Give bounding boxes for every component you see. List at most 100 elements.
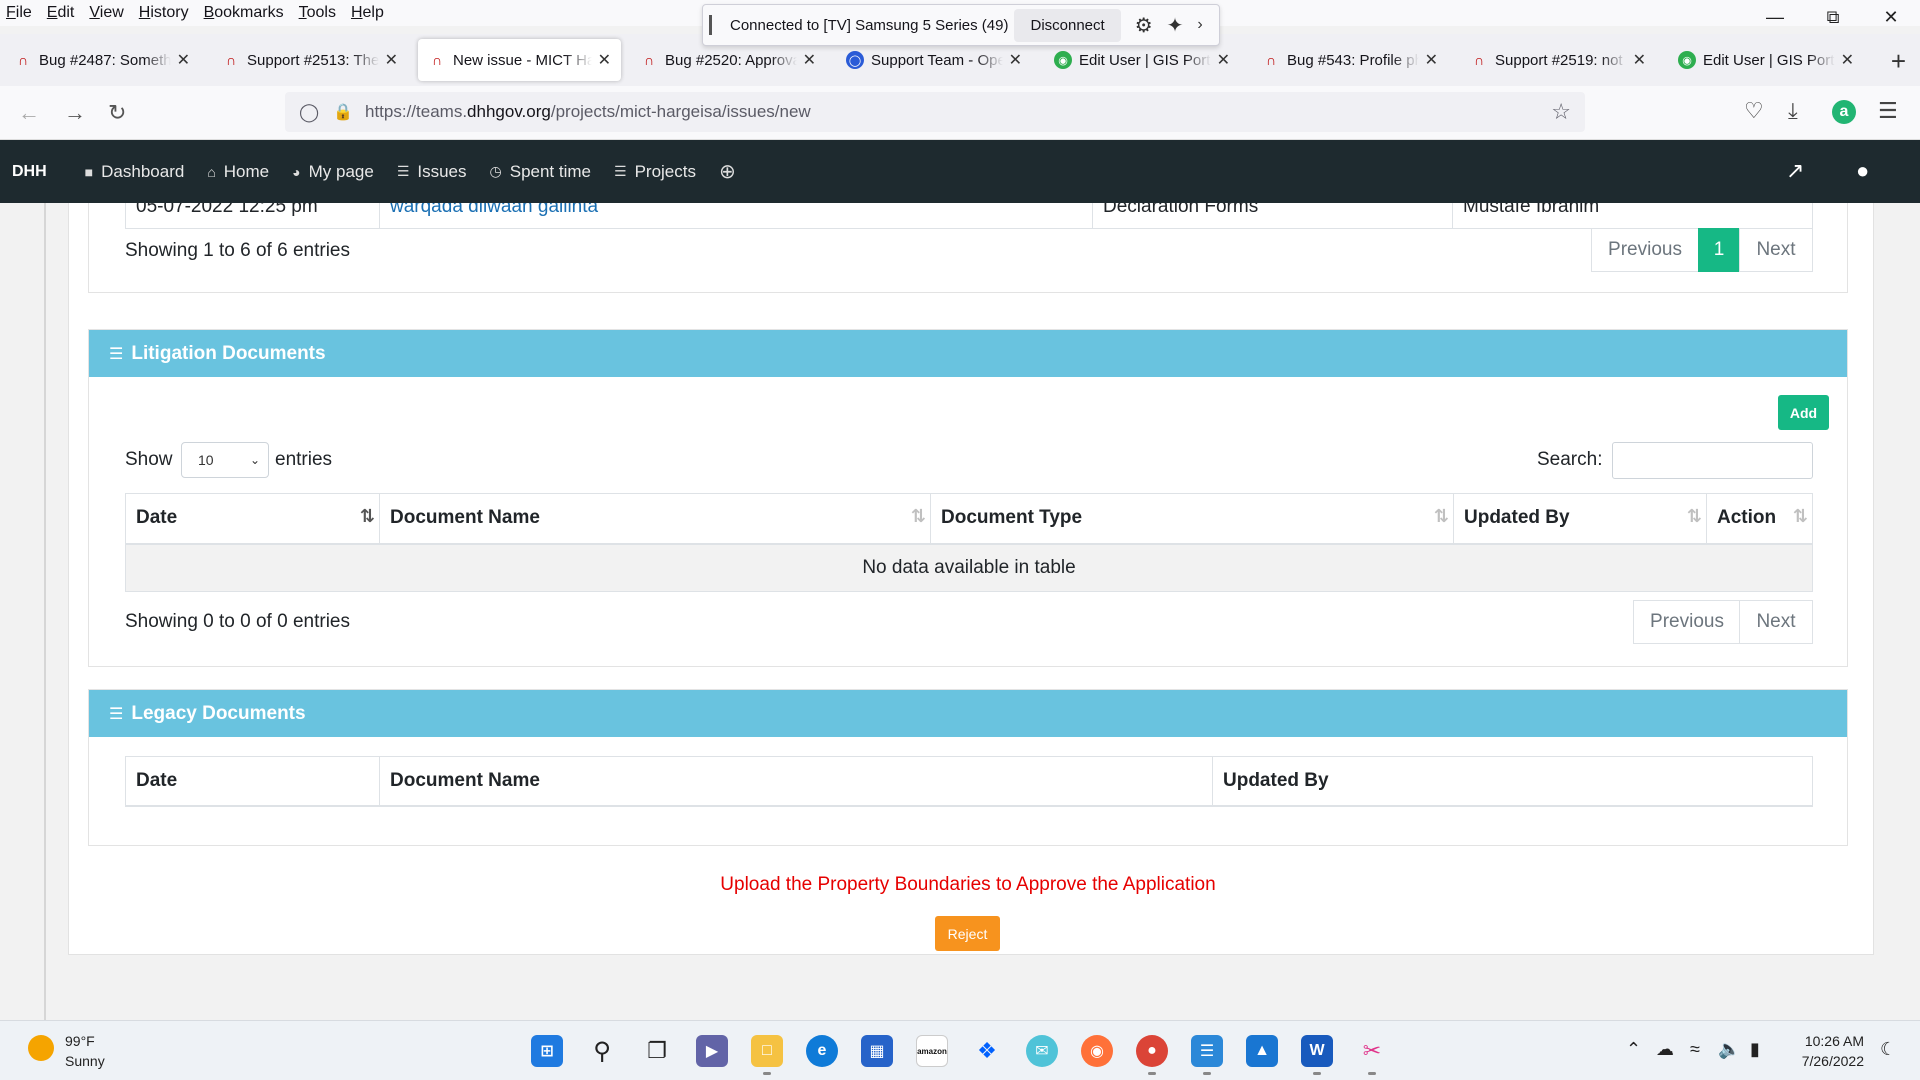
disconnect-button[interactable]: Disconnect	[1014, 8, 1121, 42]
sort-icon[interactable]: ⇅	[1793, 506, 1808, 527]
weather-widget[interactable]: 99°F Sunny	[65, 1031, 105, 1071]
sort-icon[interactable]: ⇅	[1687, 506, 1702, 527]
task-view-icon[interactable]: ❐	[641, 1035, 673, 1067]
search-input[interactable]	[1612, 442, 1813, 479]
volume-icon[interactable]: 🔈	[1718, 1039, 1740, 1060]
start-icon[interactable]: ⊞	[531, 1035, 563, 1067]
prev-next-button[interactable]: Next	[1739, 228, 1813, 272]
reload-icon[interactable]: ↻	[108, 100, 126, 126]
menu-edit[interactable]: Edit	[47, 4, 75, 22]
chart-icon[interactable]: ↗	[1786, 158, 1804, 184]
cast-off-icon[interactable]: ✦	[1167, 13, 1184, 38]
menu-help[interactable]: Help	[351, 4, 384, 22]
new-tab-icon[interactable]: +	[1891, 46, 1906, 77]
url-bar[interactable]: ◯ 🔒 https://teams. dhhgov.org/projects/mi…	[285, 92, 1585, 132]
gear-icon[interactable]: ⚙	[1135, 13, 1153, 38]
prev-previous-button[interactable]: Previous	[1591, 228, 1699, 272]
chat-icon[interactable]: ▶	[696, 1035, 728, 1067]
sort-desc-icon[interactable]: ⇅	[360, 506, 375, 527]
list-icon: ☰	[109, 345, 124, 363]
menu-bookmarks[interactable]: Bookmarks	[204, 4, 284, 22]
litigation-previous-button[interactable]: Previous	[1633, 600, 1741, 644]
store-icon[interactable]: ▦	[861, 1035, 893, 1067]
shield-icon[interactable]: ◯	[299, 102, 319, 123]
sun-icon[interactable]	[28, 1035, 54, 1061]
file-explorer-icon[interactable]: □	[751, 1035, 783, 1075]
nav-issues[interactable]: ☰ Issues	[397, 162, 467, 182]
notepad-icon[interactable]: ☰	[1191, 1035, 1223, 1075]
chevron-right-icon[interactable]: ›	[1197, 16, 1202, 34]
close-tab-icon[interactable]: ✕	[1633, 50, 1646, 70]
column-updated-by[interactable]: Updated By ⇅	[1453, 493, 1707, 545]
clock[interactable]: 10:26 AM 7/26/2022	[1802, 1031, 1864, 1071]
menu-history[interactable]: History	[139, 4, 189, 22]
nav-dashboard[interactable]: ■ Dashboard	[85, 162, 185, 182]
user-icon[interactable]: ●	[1856, 158, 1869, 184]
wifi-icon[interactable]: ≈	[1690, 1039, 1700, 1060]
close-window-icon[interactable]: ✕	[1862, 0, 1920, 34]
close-tab-icon[interactable]: ✕	[803, 50, 816, 70]
menu-view[interactable]: View	[89, 4, 123, 22]
onedrive-icon[interactable]: ☁	[1656, 1039, 1674, 1060]
tab-support-2513[interactable]: ∩ Support #2513: The ✕	[212, 39, 408, 81]
restore-icon[interactable]: ⧉	[1804, 0, 1862, 34]
battery-icon[interactable]: ▮	[1750, 1039, 1760, 1060]
column-action[interactable]: Action ⇅	[1706, 493, 1813, 545]
tab-bug-2487[interactable]: ∩ Bug #2487: Somethi ✕	[4, 39, 200, 81]
lock-icon[interactable]: 🔒	[333, 102, 353, 122]
prev-page-1-button[interactable]: 1	[1698, 228, 1740, 272]
column-date[interactable]: Date ⇅	[125, 493, 380, 545]
back-icon[interactable]: ←	[18, 100, 40, 126]
firefox-icon[interactable]: ◉	[1081, 1035, 1113, 1067]
column-document-type[interactable]: Document Type ⇅	[930, 493, 1454, 545]
litigation-next-button[interactable]: Next	[1739, 600, 1813, 644]
minimize-icon[interactable]: —	[1746, 0, 1804, 34]
account-icon[interactable]: a	[1832, 100, 1856, 124]
hamburger-menu-icon[interactable]: ☰	[1878, 98, 1898, 124]
pocket-icon[interactable]: ♡	[1744, 98, 1764, 124]
support-icon: ◯	[846, 51, 864, 69]
close-tab-icon[interactable]: ✕	[1425, 50, 1438, 70]
chrome-icon[interactable]: ●	[1136, 1035, 1168, 1075]
nav-projects[interactable]: ☰ Projects	[614, 162, 696, 182]
forward-icon[interactable]: →	[64, 100, 86, 126]
tab-new-issue[interactable]: ∩ New issue - MICT Ha ✕	[418, 39, 621, 81]
mail-icon[interactable]: ✉	[1026, 1035, 1058, 1067]
column-document-name[interactable]: Document Name ⇅	[379, 493, 931, 545]
photos-icon[interactable]: ▲	[1246, 1035, 1278, 1067]
brand[interactable]: DHH	[12, 163, 47, 181]
close-tab-icon[interactable]: ✕	[1217, 50, 1230, 70]
add-circle-icon[interactable]: ⊕	[719, 159, 736, 184]
entries-select[interactable]: 10 ⌄	[181, 442, 269, 478]
word-icon[interactable]: W	[1301, 1035, 1333, 1075]
page-content: 05-07-2022 12:25 pm warqada diiwaan gall…	[0, 203, 1920, 1020]
bookmark-star-icon[interactable]: ☆	[1551, 99, 1571, 125]
add-button[interactable]: Add	[1778, 395, 1829, 430]
tab-bug-543[interactable]: ∩ Bug #543: Profile ph ✕	[1252, 39, 1448, 81]
search-icon[interactable]: ⚲	[586, 1035, 618, 1067]
sort-icon[interactable]: ⇅	[1434, 506, 1449, 527]
sort-icon[interactable]: ⇅	[911, 506, 926, 527]
dropbox-icon[interactable]: ❖	[971, 1035, 1003, 1067]
notification-icon[interactable]: ☾	[1880, 1039, 1896, 1060]
reject-button[interactable]: Reject	[935, 916, 1000, 951]
nav-home[interactable]: ⌂ Home	[207, 162, 269, 182]
menu-file[interactable]: File	[6, 4, 32, 22]
nav-spent-time[interactable]: ◷ Spent time	[490, 162, 591, 182]
tab-support-2519[interactable]: ∩ Support #2519: not ✕	[1460, 39, 1656, 81]
close-tab-icon[interactable]: ✕	[1841, 50, 1854, 70]
close-tab-icon[interactable]: ✕	[1009, 50, 1022, 70]
list-icon: ☰	[109, 705, 124, 723]
download-icon[interactable]: ⤓	[1788, 98, 1798, 124]
amazon-icon[interactable]: amazon	[916, 1035, 948, 1067]
snipping-tool-icon[interactable]: ✂	[1356, 1035, 1388, 1075]
drag-handle[interactable]	[709, 15, 712, 35]
chevron-up-icon[interactable]: ⌃	[1626, 1039, 1641, 1060]
menu-tools[interactable]: Tools	[299, 4, 336, 22]
close-tab-icon[interactable]: ✕	[177, 50, 190, 70]
edge-icon[interactable]: e	[806, 1035, 838, 1067]
nav-my-page[interactable]: ◕ My page	[292, 162, 374, 182]
close-tab-icon[interactable]: ✕	[598, 50, 611, 70]
close-tab-icon[interactable]: ✕	[385, 50, 398, 70]
tab-edit-user-2[interactable]: ◉ Edit User | GIS Portal ✕	[1668, 39, 1864, 81]
